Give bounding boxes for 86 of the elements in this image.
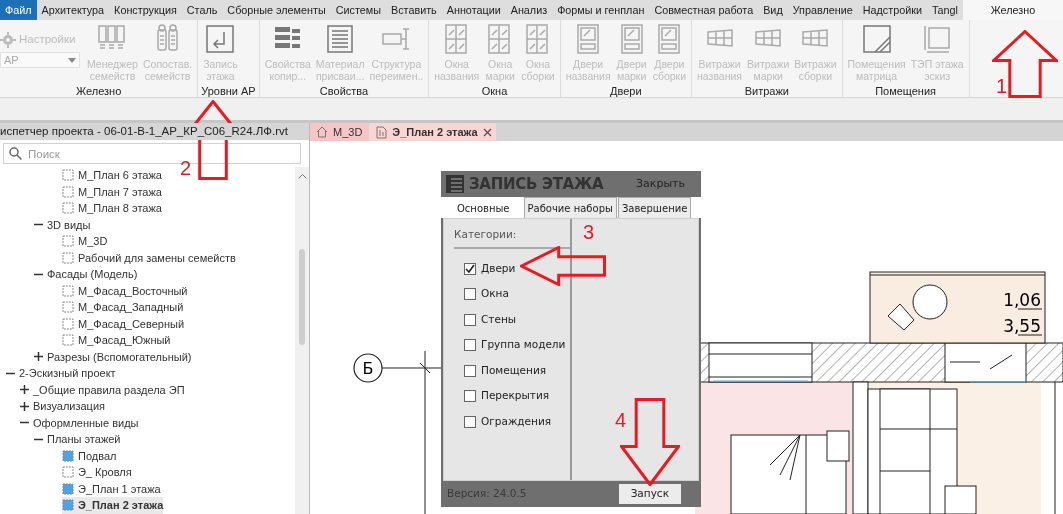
- menu-tab[interactable]: Железно: [962, 0, 1063, 20]
- room-tag: 3,55: [1003, 316, 1041, 336]
- tree-item[interactable]: Подвал: [62, 447, 117, 464]
- panel-title: испетчер проекта - 06-01-В-1_АР_КР_С06_R24.ЛФ.rvt: [0, 123, 309, 140]
- menu-tab[interactable]: Формы и генплан: [552, 0, 650, 20]
- sheet-icon: [375, 125, 388, 139]
- panel-title: Свойства: [318, 84, 370, 100]
- tree-item[interactable]: 2-Эскизный проект: [6, 365, 116, 382]
- checkbox[interactable]: [464, 288, 476, 300]
- menu-tab[interactable]: Конструкция: [109, 0, 182, 20]
- tree-item[interactable]: _Общие правила раздела ЭП: [20, 381, 185, 398]
- menu-tab[interactable]: Управление: [787, 0, 858, 20]
- tree-item[interactable]: Э_ Кровля: [62, 464, 132, 481]
- tree-item[interactable]: Оформленные виды: [20, 414, 139, 431]
- tree-item[interactable]: М_Фасад_Западный: [62, 299, 184, 316]
- annotation-number: 3: [583, 222, 595, 242]
- dialog-tab[interactable]: Рабочие наборы: [523, 197, 617, 218]
- section-label: Категории:: [454, 227, 570, 249]
- check-icon: [465, 263, 475, 274]
- menu-tab[interactable]: Сталь: [181, 0, 223, 20]
- grid-bubble: [353, 353, 383, 383]
- logo-icon: [446, 175, 464, 193]
- checkbox[interactable]: [464, 415, 476, 428]
- tree-item[interactable]: М_3D: [62, 233, 108, 250]
- panel-title: Окна: [480, 84, 509, 100]
- scrollbar-thumb[interactable]: [299, 249, 305, 345]
- dialog-tab[interactable]: Завершение: [617, 197, 692, 218]
- tree-item[interactable]: М_Фасад_Южный: [62, 332, 171, 349]
- room-tag: 1,06: [1003, 290, 1041, 310]
- tree-item[interactable]: 3D виды: [34, 216, 91, 233]
- panel-title: Железно: [74, 84, 123, 100]
- arrow-square-icon: [204, 23, 237, 55]
- checkbox-label: Ограждения: [481, 413, 552, 429]
- expand-icon[interactable]: [20, 401, 29, 411]
- tree-item[interactable]: М_План 8 этажа: [62, 200, 162, 217]
- view-tab[interactable]: Э_План 2 этажа: [369, 123, 496, 141]
- checkbox-label: Помещения: [481, 362, 547, 378]
- menu-tab[interactable]: Совместная работа: [649, 0, 759, 20]
- menu-tab[interactable]: Аннотации: [441, 0, 506, 20]
- dialog-title: ЗАПИСЬ ЭТАЖА: [469, 173, 605, 195]
- tree-item[interactable]: М_План 6 этажа: [62, 167, 162, 184]
- annotation-number: 1: [996, 76, 1008, 96]
- menu-tab[interactable]: Сборные элементы: [222, 0, 331, 20]
- tree-item[interactable]: М_План 7 этажа: [62, 183, 162, 200]
- checkbox-label: Группа модели: [481, 337, 566, 353]
- checkbox[interactable]: [464, 313, 476, 326]
- tree-item[interactable]: Планы этажей: [34, 431, 121, 448]
- menu-tab[interactable]: Файл: [0, 0, 37, 20]
- menu-tab[interactable]: Архитектура: [36, 0, 110, 20]
- panel-title: Витражи: [743, 84, 790, 100]
- menu-tab[interactable]: Анализ: [505, 0, 553, 20]
- tree-item[interactable]: Рабочий для замены семейств: [62, 249, 236, 266]
- run-button[interactable]: Запуск: [618, 484, 681, 504]
- checkbox-label: Стены: [481, 311, 517, 327]
- checkbox[interactable]: [464, 339, 476, 351]
- view-tab[interactable]: М_3D: [310, 123, 369, 141]
- tree-item[interactable]: М_Фасад_Северный: [62, 315, 185, 332]
- checkbox[interactable]: [464, 262, 476, 275]
- checkbox-label: Окна: [481, 286, 509, 302]
- annotation-number: 4: [615, 410, 627, 430]
- tree-item[interactable]: М_Фасад_Восточный: [62, 282, 188, 299]
- checkbox-label: Двери: [481, 260, 516, 276]
- checkbox[interactable]: [464, 364, 476, 377]
- panel-title: Уровни АР: [201, 84, 256, 100]
- scroll-up-icon[interactable]: [297, 173, 307, 179]
- expand-icon[interactable]: [34, 352, 43, 362]
- house-icon: [316, 126, 328, 138]
- caret-icon: [68, 57, 76, 63]
- menu-tab[interactable]: Надстройки: [857, 0, 927, 20]
- checkbox[interactable]: [464, 390, 476, 402]
- tree-item[interactable]: Э_План 1 этажа: [62, 480, 161, 497]
- grid-label: Б: [362, 359, 374, 378]
- close-icon[interactable]: [482, 127, 492, 137]
- checkbox-label: Перекрытия: [481, 388, 550, 404]
- menu-tab[interactable]: Вставить: [385, 0, 442, 20]
- expand-icon[interactable]: [20, 385, 29, 395]
- panel-title: Помещения: [874, 84, 938, 100]
- tree-item[interactable]: Разрезы (Вспомогательный): [34, 348, 192, 365]
- tree-item[interactable]: Фасады (Модель): [34, 266, 138, 283]
- menu-tab[interactable]: Вид: [758, 0, 788, 20]
- tree-item[interactable]: Визуализация: [20, 398, 106, 415]
- menu-tab[interactable]: Tangl: [927, 0, 963, 20]
- tree-item[interactable]: Э_План 2 этажа: [62, 497, 164, 514]
- panel-title: Двери: [609, 84, 643, 100]
- menu-tab[interactable]: Системы: [330, 0, 386, 20]
- diagonal-square-icon: [860, 23, 893, 55]
